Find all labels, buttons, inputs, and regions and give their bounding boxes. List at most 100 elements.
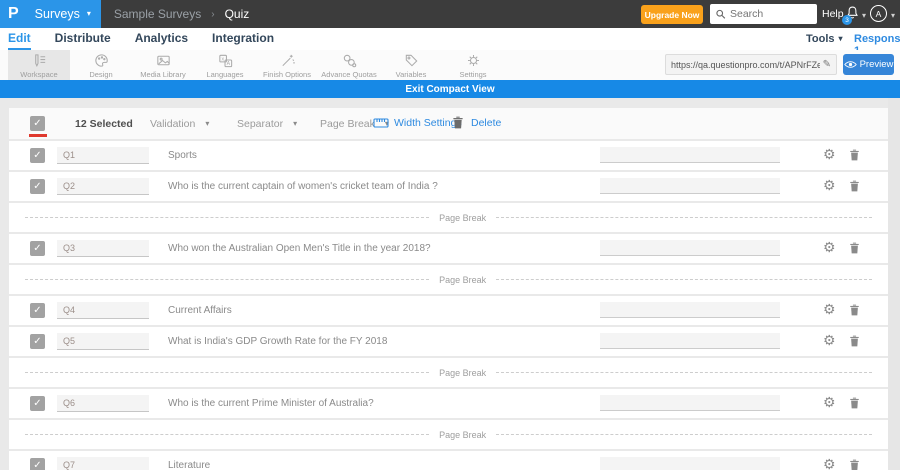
check-icon: ✓ (33, 118, 42, 129)
trash-icon (453, 116, 463, 129)
question-width-input[interactable] (600, 302, 780, 318)
question-text: Sports (168, 150, 197, 161)
toolbar-item-workspace[interactable]: Workspace (8, 50, 70, 80)
product-switcher-label: Surveys (34, 7, 80, 21)
red-annotation-underline (29, 134, 47, 137)
tab-integration[interactable]: Integration (212, 28, 274, 50)
toolbar-item-design[interactable]: Design (70, 50, 132, 80)
search-input[interactable] (730, 8, 812, 20)
row-checkbox[interactable]: ✓ (30, 303, 45, 318)
exit-compact-view-label: Exit Compact View (405, 83, 495, 95)
vertical-scrollbar[interactable] (888, 98, 900, 470)
notification-badge: 3 (842, 15, 852, 25)
row-checkbox[interactable]: ✓ (30, 179, 45, 194)
question-width-input[interactable] (600, 457, 780, 470)
row-gear-icon[interactable]: ⚙ (823, 332, 836, 348)
page-break-dropdown-label: Page Break (320, 118, 375, 130)
row-gear-icon[interactable]: ⚙ (823, 456, 836, 470)
row-trash-icon[interactable] (849, 303, 860, 317)
row-trash-icon[interactable] (849, 179, 860, 193)
question-row: ✓ Who is the current Prime Minister of A… (9, 389, 888, 418)
page-break-dash (496, 279, 872, 280)
row-gear-icon[interactable]: ⚙ (823, 394, 836, 410)
question-text: What is India's GDP Growth Rate for the … (168, 336, 388, 347)
row-gear-icon[interactable]: ⚙ (823, 177, 836, 193)
row-trash-icon[interactable] (849, 396, 860, 410)
question-code-input[interactable] (57, 147, 149, 164)
breadcrumb-separator-icon: › (211, 8, 215, 20)
delete-button[interactable]: Delete (452, 115, 501, 130)
media-library-icon (156, 55, 170, 65)
search-box[interactable] (710, 4, 817, 24)
question-width-input[interactable] (600, 333, 780, 349)
chevron-down-icon: ▾ (86, 9, 91, 18)
toolbar-item-advance-quotas[interactable]: Advance Quotas (318, 50, 380, 80)
logo-block: P Surveys ▾ (0, 0, 101, 28)
row-trash-icon[interactable] (849, 334, 860, 348)
notifications-bell[interactable]: 3 (842, 5, 861, 25)
row-checkbox[interactable]: ✓ (30, 148, 45, 163)
help-link[interactable]: Help (822, 8, 844, 20)
advance-quotas-icon (343, 54, 356, 67)
page-break-dash (25, 434, 430, 435)
question-width-input[interactable] (600, 178, 780, 194)
row-checkbox[interactable]: ✓ (30, 334, 45, 349)
question-code-input[interactable] (57, 395, 149, 412)
toolbar-label: Workspace (20, 69, 58, 79)
toolbar-label: Variables (395, 69, 427, 79)
row-trash-icon[interactable] (849, 148, 860, 162)
question-code-input[interactable] (57, 302, 149, 319)
separator-dropdown[interactable]: Separator ▾ (237, 118, 297, 130)
question-code-input[interactable] (57, 178, 149, 195)
breadcrumb-parent[interactable]: Sample Surveys (114, 7, 201, 21)
upgrade-now-button[interactable]: Upgrade Now (641, 5, 703, 24)
question-code-input[interactable] (57, 457, 149, 470)
chevron-down-icon: ▾ (205, 119, 210, 128)
toolbar-item-settings[interactable]: Settings (442, 50, 504, 80)
page-break-dash (496, 217, 872, 218)
question-width-input[interactable] (600, 395, 780, 411)
bulk-action-bar: ✓ 12 Selected Validation ▾ Separator ▾ P… (9, 108, 888, 139)
tab-distribute[interactable]: Distribute (55, 28, 111, 50)
avatar[interactable]: A (870, 5, 887, 22)
question-width-input[interactable] (600, 240, 780, 256)
width-settings-button[interactable]: Width Settings (373, 117, 462, 129)
check-icon: ✓ (33, 181, 42, 192)
row-gear-icon[interactable]: ⚙ (823, 301, 836, 317)
question-width-input[interactable] (600, 147, 780, 163)
toolbar-label: Settings (459, 69, 487, 79)
validation-dropdown[interactable]: Validation ▾ (150, 118, 209, 130)
row-checkbox[interactable]: ✓ (30, 241, 45, 256)
tab-edit[interactable]: Edit (8, 28, 31, 50)
toolbar-item-variables[interactable]: Variables (380, 50, 442, 80)
exit-compact-view-bar[interactable]: Exit Compact View (0, 80, 900, 98)
edit-url-pencil-icon[interactable]: ✎ (823, 59, 831, 70)
notifications-caret-icon[interactable]: ▾ (862, 11, 866, 20)
preview-button[interactable]: Preview (843, 54, 894, 75)
toolbar-item-languages[interactable]: xA Languages (194, 50, 256, 80)
select-all-checkbox[interactable]: ✓ (30, 116, 45, 131)
account-caret-icon[interactable]: ▾ (891, 11, 895, 20)
question-code-input[interactable] (57, 240, 149, 257)
row-gear-icon[interactable]: ⚙ (823, 239, 836, 255)
row-trash-icon[interactable] (849, 241, 860, 255)
page-break-row: Page Break (9, 358, 888, 387)
svg-text:x: x (221, 56, 224, 62)
question-code-input[interactable] (57, 333, 149, 350)
survey-url-input[interactable] (671, 59, 820, 70)
row-checkbox[interactable]: ✓ (30, 396, 45, 411)
toolbar-label: Languages (206, 69, 244, 79)
tools-menu[interactable]: Tools ▾ (806, 33, 843, 45)
check-icon: ✓ (33, 150, 42, 161)
finish-options-wand-icon (281, 54, 295, 66)
toolbar-item-finish-options[interactable]: Finish Options (256, 50, 318, 80)
row-checkbox[interactable]: ✓ (30, 458, 45, 470)
question-text: Who won the Australian Open Men's Title … (168, 243, 431, 254)
check-icon: ✓ (33, 460, 42, 470)
product-switcher[interactable]: Surveys ▾ (35, 7, 91, 21)
page-break-label: Page Break (439, 274, 487, 285)
row-gear-icon[interactable]: ⚙ (823, 146, 836, 162)
tab-analytics[interactable]: Analytics (135, 28, 188, 50)
row-trash-icon[interactable] (849, 458, 860, 470)
toolbar-item-media-library[interactable]: Media Library (132, 50, 194, 80)
